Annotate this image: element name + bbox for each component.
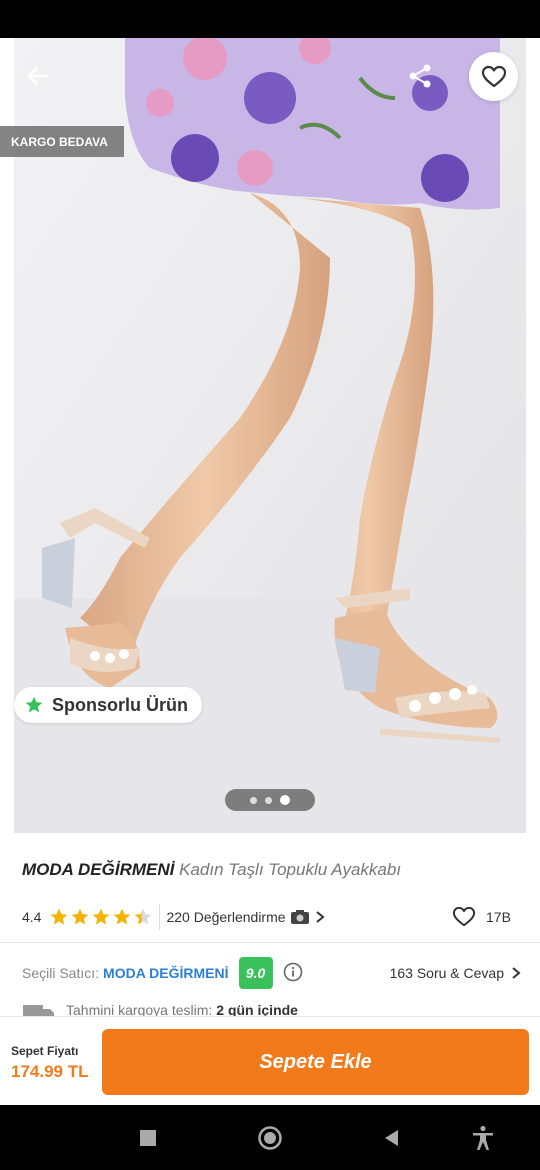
info-icon[interactable] — [283, 962, 303, 985]
seller-name-link[interactable]: MODA DEĞİRMENİ — [103, 965, 228, 981]
rating-row: 4.4 220 Değerlendirme 17B — [22, 903, 522, 931]
home-circle-icon — [258, 1126, 282, 1150]
favorite-button[interactable] — [469, 52, 518, 101]
favorite-count[interactable]: 17B — [452, 903, 511, 931]
back-nav-button[interactable] — [378, 1125, 404, 1151]
star-icon — [25, 696, 43, 713]
status-bar — [0, 0, 540, 38]
square-icon — [140, 1130, 156, 1146]
rating-value: 4.4 — [22, 909, 42, 925]
chevron-right-icon — [512, 967, 521, 979]
star-icon — [114, 908, 131, 925]
heart-outline-icon — [481, 65, 506, 87]
share-icon — [409, 64, 431, 88]
pager-dot-active[interactable] — [280, 795, 290, 805]
rating-stars — [49, 907, 153, 927]
share-button[interactable] — [400, 56, 440, 96]
qa-count: 163 Soru & Cevap — [389, 965, 504, 981]
divider — [159, 904, 161, 930]
back-button[interactable] — [18, 56, 58, 96]
heart-outline-icon — [452, 906, 476, 927]
reviews-link[interactable]: 220 Değerlendirme — [166, 909, 325, 925]
product-name: Kadın Taşlı Topuklu Ayakkabı — [179, 860, 402, 879]
bottom-cart-bar: Sepet Fiyatı 174.99 TL Sepete Ekle — [0, 1016, 540, 1105]
seller-label: Seçili Satıcı: — [22, 965, 100, 981]
system-nav-bar — [0, 1105, 540, 1170]
star-icon — [135, 908, 152, 925]
add-to-cart-button[interactable]: Sepete Ekle — [102, 1029, 529, 1095]
seller-row: Seçili Satıcı: MODA DEĞİRMENİ 9.0 163 So… — [22, 957, 522, 989]
product-title: MODA DEĞİRMENİ Kadın Taşlı Topuklu Ayakk… — [22, 860, 401, 880]
price-label: Sepet Fiyatı — [11, 1044, 79, 1058]
camera-icon — [290, 910, 309, 924]
accessibility-button[interactable] — [470, 1125, 496, 1151]
reviews-count: 220 Değerlendirme — [166, 909, 286, 925]
pager-dot[interactable] — [265, 796, 272, 804]
sponsored-badge: Sponsorlu Ürün — [14, 687, 202, 723]
accessibility-icon — [473, 1125, 493, 1150]
sponsored-label: Sponsorlu Ürün — [52, 694, 188, 715]
price-value: 174.99 TL — [11, 1062, 89, 1081]
product-image-carousel[interactable]: KARGO BEDAVA Sponsorlu Ürün — [0, 38, 540, 833]
star-icon — [51, 908, 68, 925]
star-icon — [72, 908, 89, 925]
star-icon — [93, 908, 110, 925]
recents-button[interactable] — [135, 1125, 161, 1151]
free-shipping-badge: KARGO BEDAVA — [0, 126, 124, 157]
pager-dot[interactable] — [250, 796, 257, 804]
section-divider — [0, 942, 540, 943]
image-pager[interactable] — [225, 789, 315, 811]
triangle-back-icon — [385, 1130, 398, 1146]
seller-score-badge: 9.0 — [238, 957, 273, 989]
home-button[interactable] — [257, 1125, 283, 1151]
favorite-count-value: 17B — [486, 909, 511, 925]
qa-link[interactable]: 163 Soru & Cevap — [390, 957, 522, 989]
chevron-right-icon — [315, 911, 325, 923]
brand-name[interactable]: MODA DEĞİRMENİ — [22, 860, 174, 879]
arrow-left-icon — [27, 66, 49, 86]
